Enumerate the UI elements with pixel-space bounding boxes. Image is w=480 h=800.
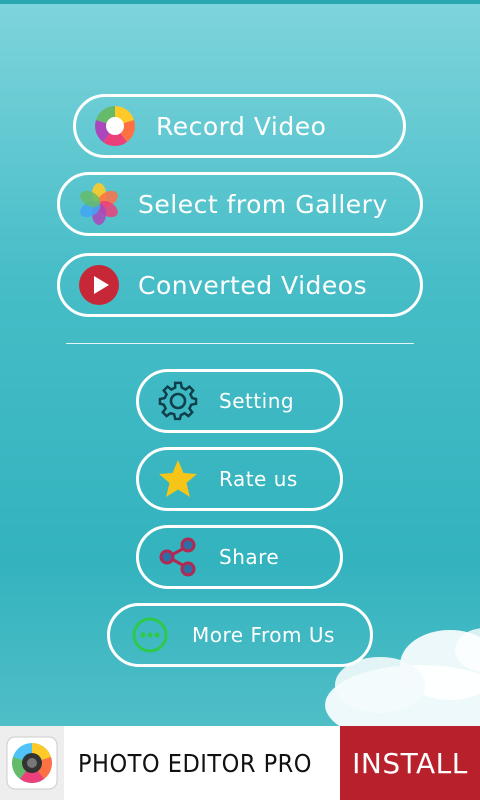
- select-from-gallery-label: Select from Gallery: [138, 189, 388, 219]
- converted-videos-button[interactable]: Converted Videos: [57, 253, 423, 317]
- share-button[interactable]: Share: [136, 525, 343, 589]
- share-label: Share: [219, 545, 280, 569]
- share-icon: [157, 536, 199, 578]
- ad-title: PHOTO EDITOR PRO: [78, 748, 313, 778]
- rate-us-button[interactable]: Rate us: [136, 447, 343, 511]
- setting-button[interactable]: Setting: [136, 369, 343, 433]
- more-from-us-button[interactable]: More From Us: [107, 603, 373, 667]
- gallery-flower-icon: [78, 183, 120, 225]
- more-from-us-label: More From Us: [192, 623, 335, 647]
- divider: [66, 343, 414, 344]
- setting-label: Setting: [219, 389, 295, 413]
- rate-us-label: Rate us: [219, 467, 298, 491]
- star-icon: [157, 458, 199, 500]
- record-video-button[interactable]: Record Video: [73, 94, 406, 158]
- install-button[interactable]: INSTALL: [340, 726, 480, 800]
- gear-icon: [157, 380, 199, 422]
- status-bar-strip: [0, 0, 480, 4]
- play-icon: [78, 264, 120, 306]
- ad-banner[interactable]: PHOTO EDITOR PRO INSTALL: [0, 726, 480, 800]
- camera-shutter-icon: [94, 105, 136, 147]
- select-from-gallery-button[interactable]: Select from Gallery: [57, 172, 423, 236]
- converted-videos-label: Converted Videos: [138, 270, 368, 300]
- record-video-label: Record Video: [156, 111, 327, 141]
- photo-editor-app-icon: [0, 726, 64, 800]
- more-dots-icon: [130, 615, 170, 655]
